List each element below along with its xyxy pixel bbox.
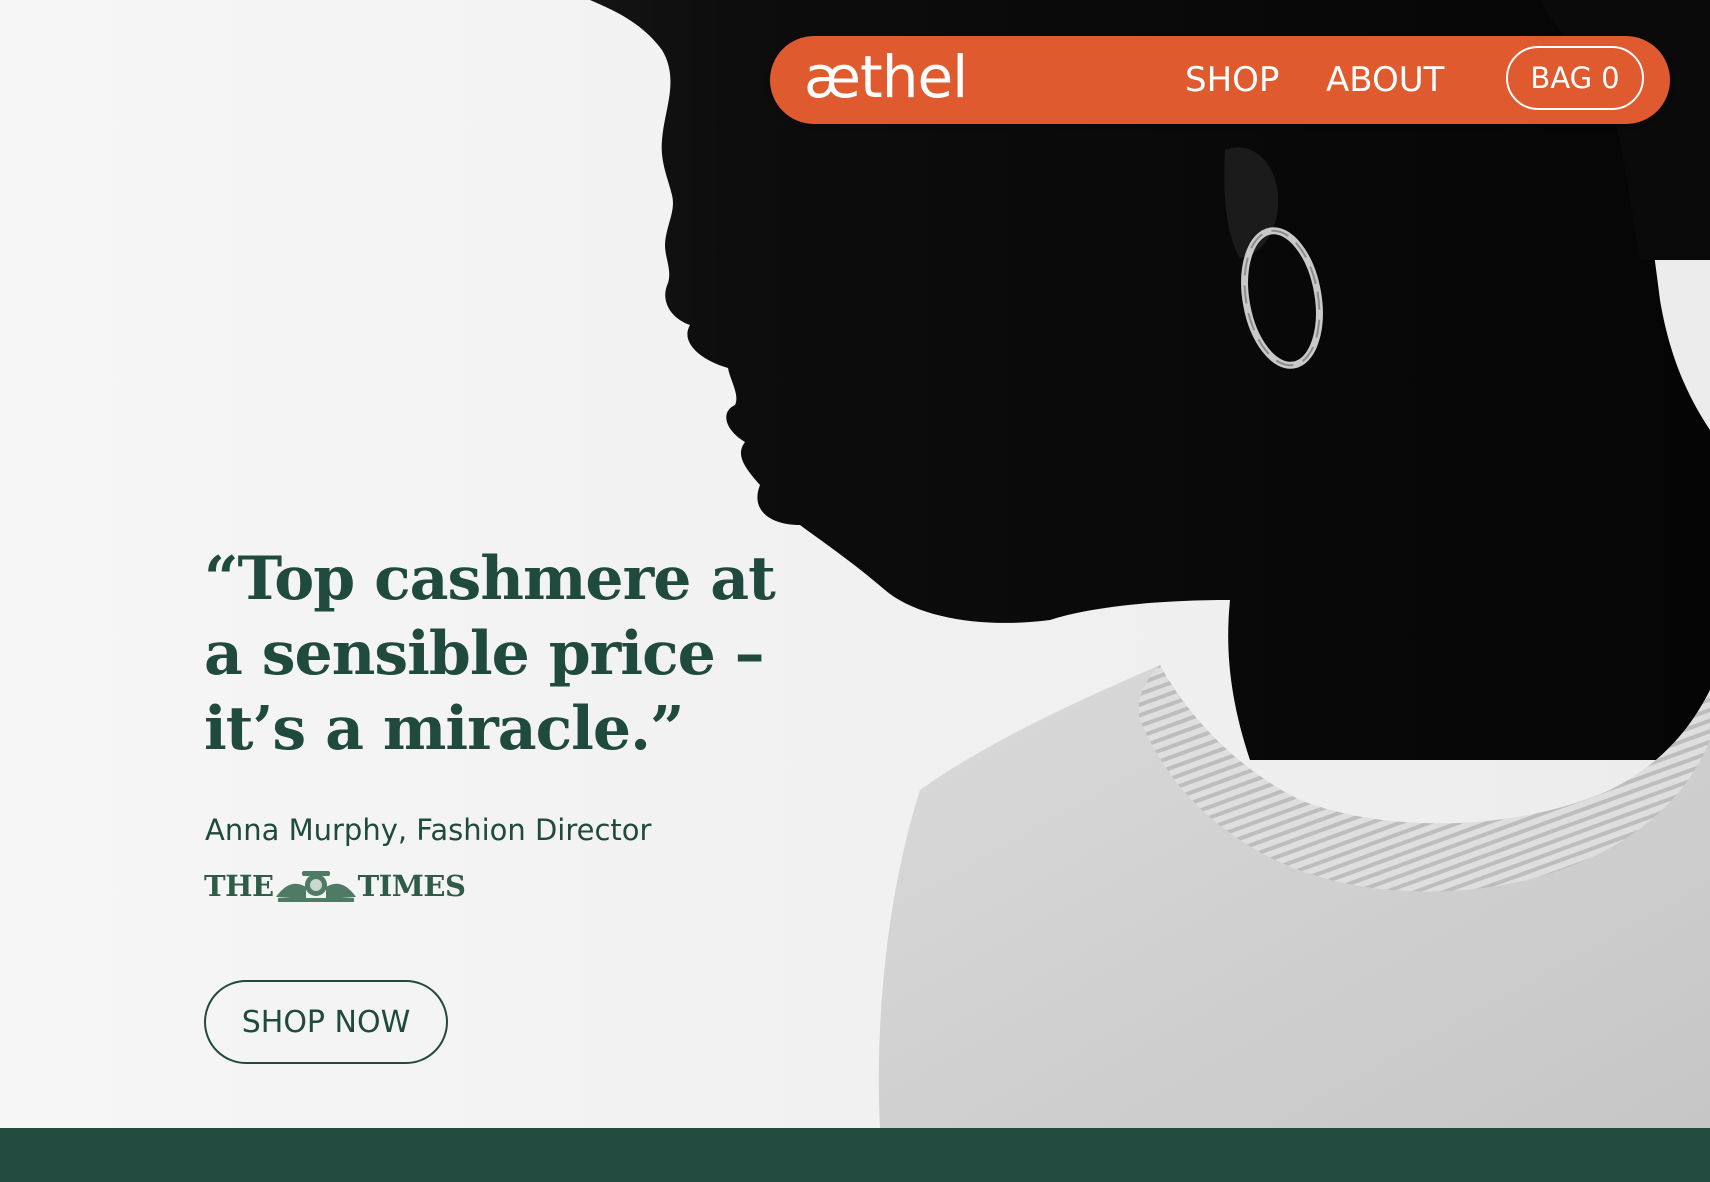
- footer-band: [0, 1128, 1710, 1182]
- bag-count: 0: [1601, 61, 1620, 95]
- the-times-logo: THE TIMES: [204, 866, 466, 906]
- brand-logo[interactable]: æthel: [804, 42, 968, 112]
- shop-now-button[interactable]: SHOP NOW: [204, 980, 448, 1064]
- nav-link-shop[interactable]: SHOP: [1185, 58, 1279, 102]
- testimonial-quote: “Top cashmere at a sensible price – it’s…: [204, 544, 776, 764]
- royal-crest-icon: [275, 871, 356, 902]
- times-logo-right: TIMES: [357, 869, 466, 903]
- quote-attribution: Anna Murphy, Fashion Director: [205, 813, 652, 847]
- bag-button[interactable]: BAG 0: [1506, 46, 1644, 110]
- times-logo-left: THE: [204, 869, 274, 903]
- nav-link-about[interactable]: ABOUT: [1326, 58, 1444, 102]
- top-nav-bar: æthel SHOP ABOUT BAG 0: [770, 36, 1670, 124]
- bag-label: BAG: [1530, 61, 1593, 95]
